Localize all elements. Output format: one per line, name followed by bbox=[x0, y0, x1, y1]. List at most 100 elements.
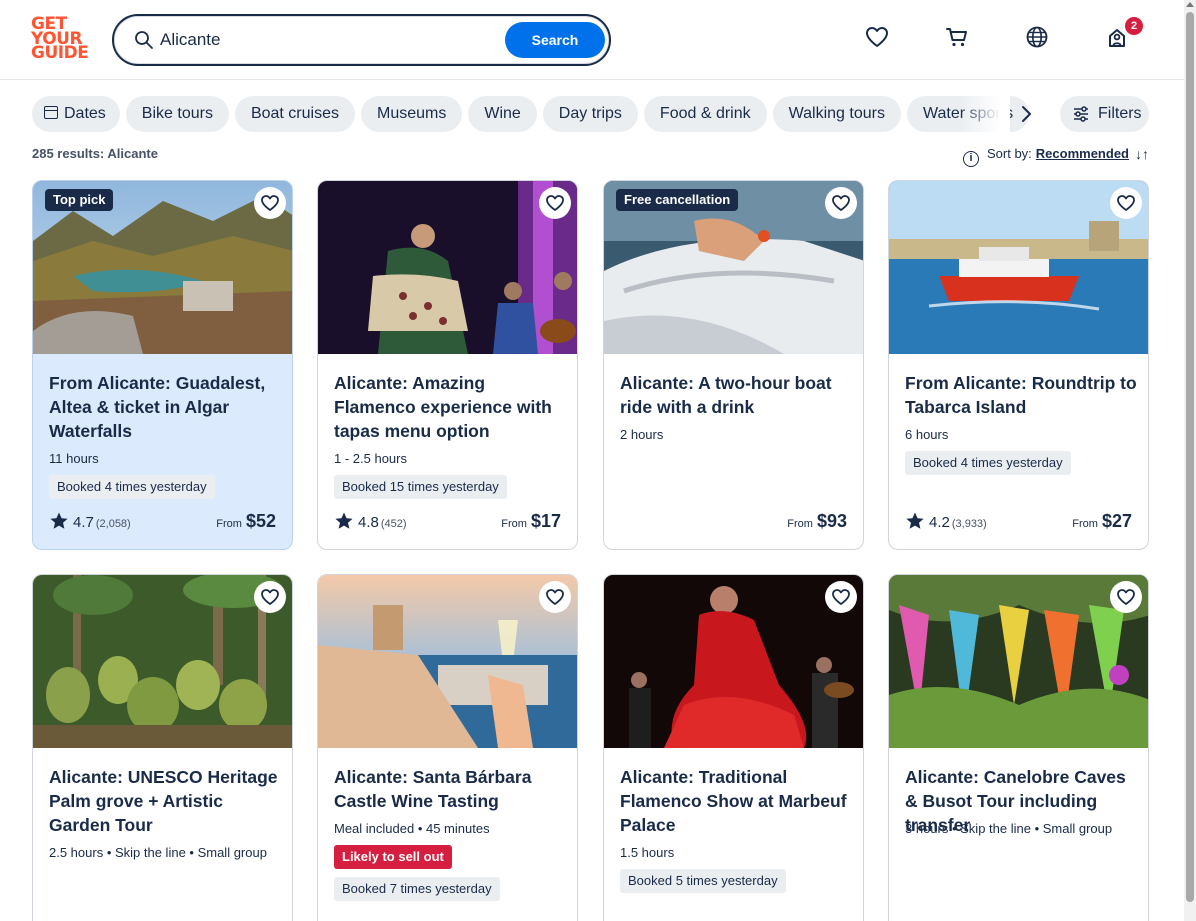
sort-label: Sort by: bbox=[987, 146, 1032, 161]
booked-badge: Booked 4 times yesterday bbox=[49, 475, 215, 499]
cart-icon[interactable] bbox=[944, 24, 970, 50]
booked-badge: Booked 15 times yesterday bbox=[334, 475, 507, 499]
price-value: $93 bbox=[816, 511, 847, 531]
scroll-up-arrow[interactable] bbox=[1186, 2, 1194, 7]
wishlist-button[interactable] bbox=[254, 187, 286, 219]
results-count: 285 results: Alicante bbox=[32, 146, 158, 161]
activity-image bbox=[318, 181, 577, 354]
filters-button[interactable]: Filters bbox=[1060, 96, 1149, 132]
activity-title[interactable]: Alicante: UNESCO Heritage Palm grove + A… bbox=[49, 765, 281, 837]
search-button[interactable]: Search bbox=[505, 22, 605, 58]
activity-card[interactable]: Alicante: Santa Bárbara Castle Wine Tast… bbox=[317, 574, 578, 921]
sort-control[interactable]: i Sort by: Recommended ↓↑ bbox=[963, 144, 1149, 167]
price-from-label: From bbox=[1072, 518, 1098, 530]
globe-icon[interactable] bbox=[1024, 24, 1050, 50]
wishlist-button[interactable] bbox=[1110, 581, 1142, 613]
activity-duration: 1 - 2.5 hours bbox=[334, 451, 407, 466]
booked-badge: Booked 7 times yesterday bbox=[334, 877, 500, 901]
activity-card[interactable]: Alicante: Amazing Flamenco experience wi… bbox=[317, 180, 578, 550]
activity-title[interactable]: From Alicante: Guadalest, Altea & ticket… bbox=[49, 371, 281, 443]
activity-details: 3 hours • Skip the line • Small group bbox=[905, 821, 1113, 836]
review-count: (2,058) bbox=[95, 518, 131, 530]
rating-value: 4.7 bbox=[73, 514, 94, 531]
chevron-right-icon[interactable] bbox=[1014, 102, 1038, 126]
review-count: (452) bbox=[380, 518, 407, 530]
activity-title[interactable]: Alicante: A two-hour boat ride with a dr… bbox=[620, 371, 852, 419]
activity-title[interactable]: Alicante: Amazing Flamenco experience wi… bbox=[334, 371, 566, 443]
heart-icon bbox=[1117, 195, 1135, 211]
activity-image bbox=[889, 575, 1148, 748]
sort-value[interactable]: Recommended bbox=[1036, 146, 1129, 161]
scrollbar-thumb[interactable] bbox=[1186, 12, 1194, 902]
activity-duration: 1.5 hours bbox=[620, 845, 675, 860]
likely-to-sell-out-badge: Likely to sell out bbox=[334, 845, 452, 869]
chip-walking-tours[interactable]: Walking tours bbox=[772, 96, 901, 132]
wishlist-button[interactable] bbox=[539, 581, 571, 613]
activity-card[interactable]: Free cancellation Alicante: A two-hour b… bbox=[603, 180, 864, 550]
activity-image: Free cancellation bbox=[604, 181, 863, 354]
activity-card[interactable]: Alicante: UNESCO Heritage Palm grove + A… bbox=[32, 574, 293, 921]
search-input[interactable] bbox=[160, 27, 500, 53]
heart-icon bbox=[546, 195, 564, 211]
activity-title[interactable]: Alicante: Traditional Flamenco Show at M… bbox=[620, 765, 852, 837]
chip-day-trips[interactable]: Day trips bbox=[542, 96, 638, 132]
chip-museums[interactable]: Museums bbox=[360, 96, 463, 132]
activity-card[interactable]: Top pick From Alicante: Guadalest, Altea… bbox=[32, 180, 293, 550]
heart-icon bbox=[832, 195, 850, 211]
wishlist-button[interactable] bbox=[825, 581, 857, 613]
top-pick-badge: Top pick bbox=[45, 189, 114, 211]
rating-value: 4.2 bbox=[929, 514, 950, 531]
activity-details: Meal included • 45 minutes bbox=[334, 821, 490, 836]
activity-details: 2.5 hours • Skip the line • Small group bbox=[49, 845, 267, 860]
heart-icon bbox=[546, 589, 564, 605]
logo-line-3: GUIDE bbox=[31, 43, 89, 63]
rating: 4.7 (2,058) bbox=[49, 511, 131, 533]
chip-dates[interactable]: Dates bbox=[32, 96, 120, 132]
activity-card[interactable]: Alicante: Traditional Flamenco Show at M… bbox=[603, 574, 864, 921]
chips-fade bbox=[960, 96, 1010, 132]
chip-boat-cruises[interactable]: Boat cruises bbox=[234, 96, 355, 132]
heart-icon bbox=[832, 589, 850, 605]
review-count: (3,933) bbox=[951, 518, 987, 530]
wishlist-button[interactable] bbox=[1110, 187, 1142, 219]
price: From $17 bbox=[501, 509, 561, 533]
free-cancellation-badge: Free cancellation bbox=[616, 189, 739, 211]
page-scrollbar[interactable] bbox=[1184, 0, 1196, 921]
activity-card[interactable]: Alicante: Canelobre Caves & Busot Tour i… bbox=[888, 574, 1149, 921]
chip-wine[interactable]: Wine bbox=[468, 96, 537, 132]
activity-image bbox=[318, 575, 577, 748]
activity-duration: 11 hours bbox=[49, 451, 99, 466]
price: From $27 bbox=[1072, 509, 1132, 533]
activity-image bbox=[33, 575, 292, 748]
heart-icon[interactable] bbox=[864, 24, 890, 50]
filters-label: Filters bbox=[1098, 105, 1142, 122]
chip-label: Dates bbox=[64, 105, 106, 122]
search-icon bbox=[135, 31, 153, 49]
info-icon[interactable]: i bbox=[963, 151, 979, 167]
activity-title[interactable]: From Alicante: Roundtrip to Tabarca Isla… bbox=[905, 371, 1137, 419]
activity-duration: 2 hours bbox=[620, 427, 664, 442]
activity-duration: 6 hours bbox=[905, 427, 949, 442]
activity-card[interactable]: From Alicante: Roundtrip to Tabarca Isla… bbox=[888, 180, 1149, 550]
price-from-label: From bbox=[216, 518, 242, 530]
price: From $52 bbox=[216, 509, 276, 533]
sort-arrows-icon: ↓↑ bbox=[1135, 146, 1149, 162]
price: From $93 bbox=[787, 509, 847, 533]
price-value: $27 bbox=[1101, 511, 1132, 531]
category-chips: Dates Bike tours Boat cruises Museums Wine Da… bbox=[32, 96, 1052, 132]
price-from-label: From bbox=[787, 518, 813, 530]
wishlist-button[interactable] bbox=[825, 187, 857, 219]
getyourguide-logo[interactable]: GET YOUR GUIDE bbox=[31, 16, 91, 63]
star-icon bbox=[50, 512, 68, 529]
chip-food-drink[interactable]: Food & drink bbox=[643, 96, 767, 132]
rating: 4.2 (3,933) bbox=[905, 511, 987, 533]
rating-value: 4.8 bbox=[358, 514, 379, 531]
chip-bike-tours[interactable]: Bike tours bbox=[125, 96, 229, 132]
wishlist-button[interactable] bbox=[254, 581, 286, 613]
wishlist-button[interactable] bbox=[539, 187, 571, 219]
heart-icon bbox=[1117, 589, 1135, 605]
price-value: $17 bbox=[530, 511, 561, 531]
sliders-icon bbox=[1074, 106, 1088, 122]
activity-title[interactable]: Alicante: Santa Bárbara Castle Wine Tast… bbox=[334, 765, 566, 813]
star-icon bbox=[335, 512, 353, 529]
